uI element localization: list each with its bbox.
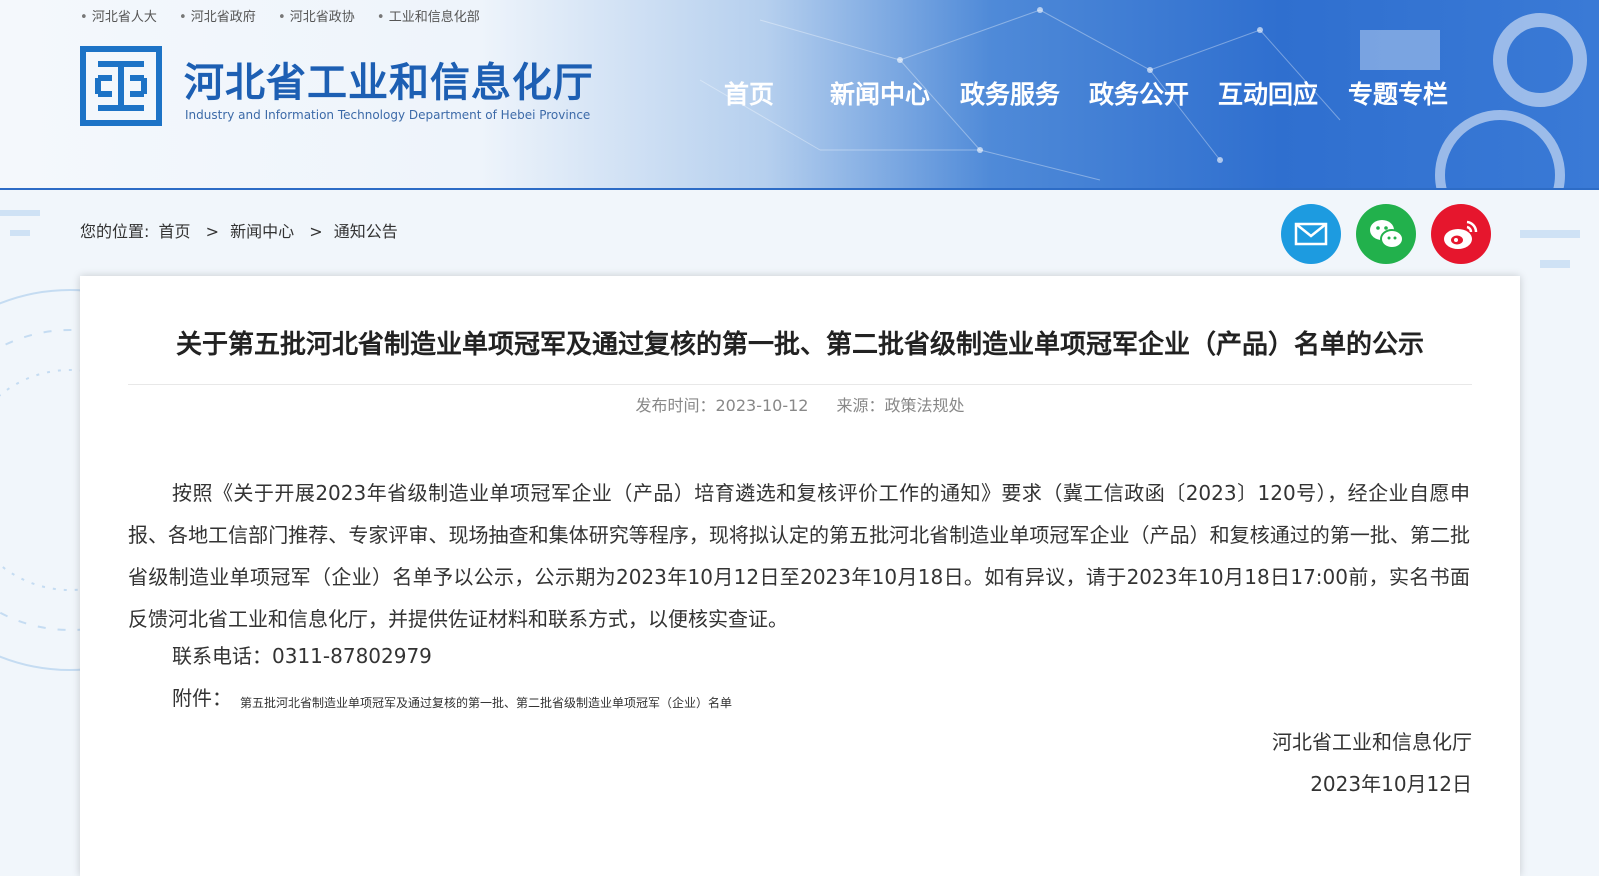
top-link[interactable]: 工业和信息化部 bbox=[377, 10, 480, 25]
breadcrumb-separator: > bbox=[205, 222, 220, 241]
breadcrumb-label: 您的位置: bbox=[80, 222, 150, 241]
article-meta: 发布时间：2023-10-12 来源：政策法规处 bbox=[80, 392, 1520, 416]
nav-public-affairs[interactable]: 政务公开 bbox=[1089, 75, 1189, 111]
breadcrumb: 您的位置: 首页 > 新闻中心 > 通知公告 bbox=[80, 218, 402, 242]
article-body: 按照《关于开展2023年省级制造业单项冠军企业（产品）培育遴选和复核评价工作的通… bbox=[128, 481, 1470, 631]
nav-news[interactable]: 新闻中心 bbox=[830, 75, 930, 111]
article-title: 关于第五批河北省制造业单项冠军及通过复核的第一批、第二批省级制造业单项冠军企业（… bbox=[175, 330, 1424, 360]
top-link[interactable]: 河北省政协 bbox=[278, 10, 355, 25]
top-link[interactable]: 河北省政府 bbox=[179, 10, 256, 25]
nav-interaction[interactable]: 互动回应 bbox=[1218, 75, 1318, 111]
breadcrumb-item-home[interactable]: 首页 bbox=[159, 222, 191, 241]
publish-date: 发布时间：2023-10-12 bbox=[635, 396, 809, 415]
mail-icon bbox=[1294, 222, 1328, 246]
nav-home[interactable]: 首页 bbox=[724, 75, 774, 111]
site-logo[interactable] bbox=[80, 46, 162, 126]
sign-date: 2023年10月12日 bbox=[1310, 772, 1472, 796]
site-header: 河北省人大 河北省政府 河北省政协 工业和信息化部 河北省工业和信息化厅 Ind… bbox=[0, 0, 1599, 190]
attachment-link[interactable]: 第五批河北省制造业单项冠军及通过复核的第一批、第二批省级制造业单项冠军（企业）名… bbox=[240, 694, 732, 711]
contact-phone: 联系电话：0311-87802979 bbox=[172, 644, 432, 668]
wechat-share-button[interactable] bbox=[1356, 204, 1416, 264]
breadcrumb-item-news[interactable]: 新闻中心 bbox=[230, 222, 294, 241]
weibo-share-button[interactable] bbox=[1431, 204, 1491, 264]
signature: 河北省工业和信息化厅 bbox=[1272, 730, 1472, 754]
nav-topics[interactable]: 专题专栏 bbox=[1348, 75, 1448, 111]
breadcrumb-separator: > bbox=[309, 222, 323, 241]
site-subtitle: Industry and Information Technology Depa… bbox=[185, 108, 591, 122]
top-links: 河北省人大 河北省政府 河北省政协 工业和信息化部 bbox=[80, 6, 498, 25]
attachment-label: 附件： bbox=[172, 686, 232, 710]
mail-share-button[interactable] bbox=[1281, 204, 1341, 264]
weibo-icon bbox=[1444, 220, 1478, 249]
nav-services[interactable]: 政务服务 bbox=[960, 75, 1060, 111]
wechat-icon bbox=[1370, 220, 1404, 249]
site-title: 河北省工业和信息化厅 bbox=[184, 60, 594, 106]
breadcrumb-item-notices[interactable]: 通知公告 bbox=[334, 222, 398, 241]
article-source: 来源：政策法规处 bbox=[836, 396, 965, 415]
article-card: 关于第五批河北省制造业单项冠军及通过复核的第一批、第二批省级制造业单项冠军企业（… bbox=[80, 276, 1520, 876]
title-divider bbox=[128, 384, 1472, 385]
top-link[interactable]: 河北省人大 bbox=[80, 10, 157, 25]
